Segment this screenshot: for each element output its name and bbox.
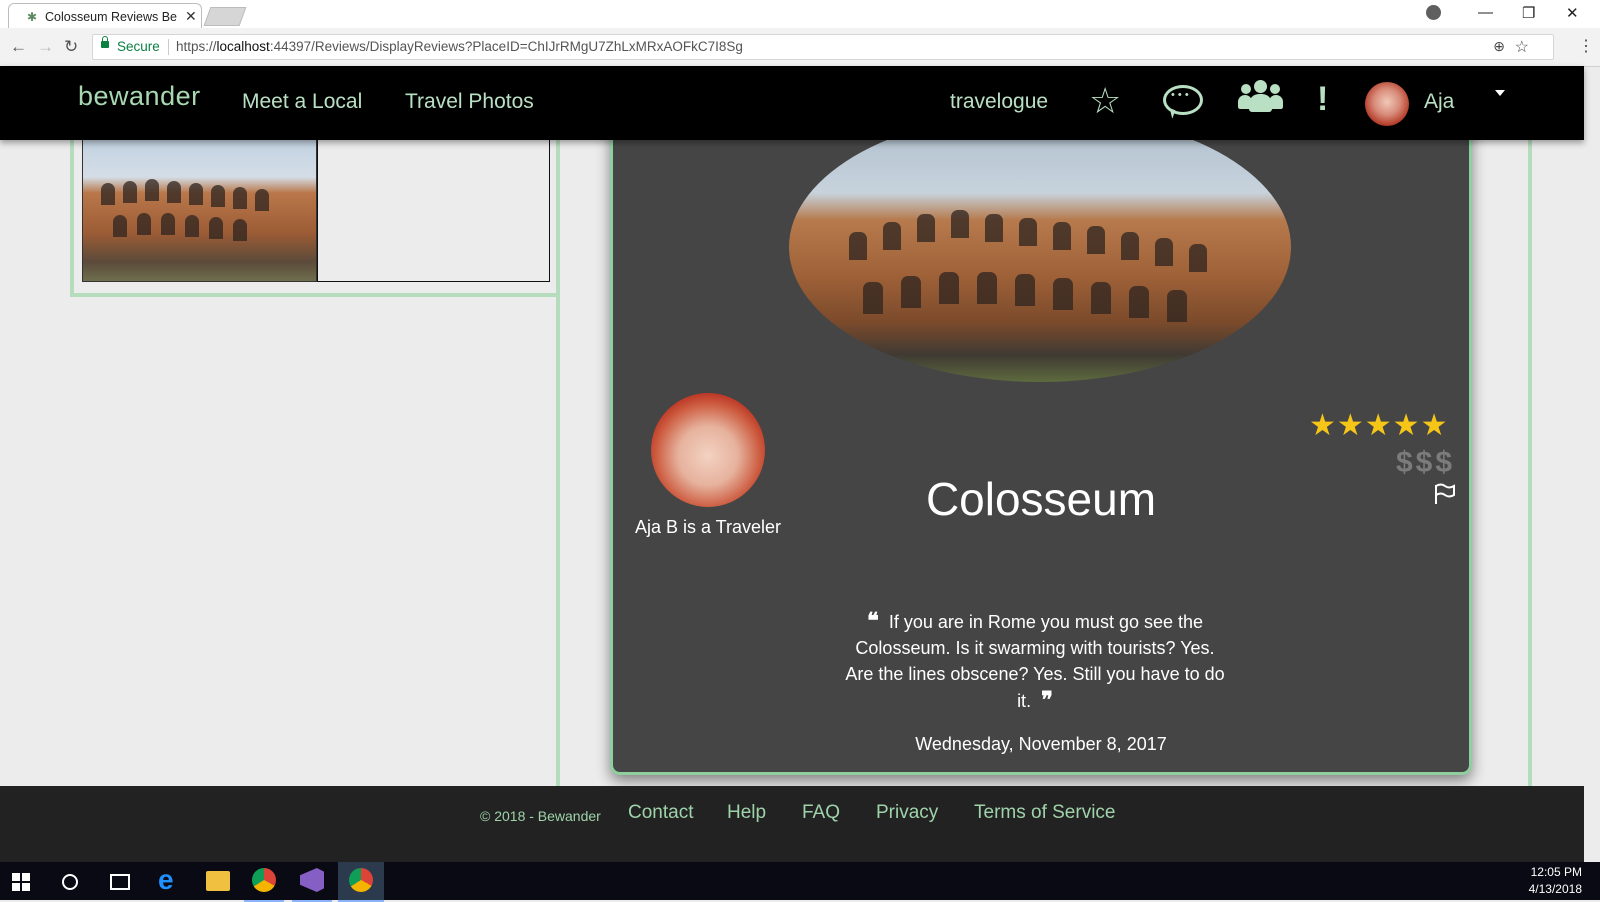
user-avatar[interactable] bbox=[1365, 82, 1409, 126]
address-bar-row: ← → ↻ Secure https://localhost:44397/Rev… bbox=[0, 28, 1600, 67]
windows-taskbar: e 12:05 PM 4/13/2018 bbox=[0, 862, 1600, 902]
footer-link-contact[interactable]: Contact bbox=[628, 802, 693, 824]
review-body: ❝ If you are in Rome you must go see the… bbox=[845, 608, 1225, 714]
search-cortana-icon[interactable] bbox=[62, 874, 78, 890]
place-title: Colosseum bbox=[925, 473, 1157, 525]
url-scheme: https:// bbox=[176, 39, 217, 54]
footer-link-terms[interactable]: Terms of Service bbox=[974, 802, 1115, 824]
url-host: localhost bbox=[216, 39, 270, 54]
panel-border bbox=[1528, 120, 1532, 786]
bookmark-star-icon[interactable]: ☆ bbox=[1515, 37, 1529, 57]
windows-start-icon[interactable] bbox=[12, 873, 30, 891]
brand-logo[interactable]: bewander bbox=[78, 81, 201, 112]
tab-title: Colosseum Reviews Bewander bbox=[45, 10, 177, 24]
messages-icon[interactable] bbox=[1163, 85, 1203, 115]
reload-icon[interactable]: ↻ bbox=[64, 37, 78, 57]
site-footer: © 2018 - Bewander Contact Help FAQ Priva… bbox=[0, 786, 1584, 862]
lock-icon bbox=[101, 36, 109, 48]
system-clock[interactable]: 12:05 PM 4/13/2018 bbox=[1529, 864, 1582, 898]
minimize-icon[interactable]: — bbox=[1478, 4, 1493, 21]
zoom-icon[interactable]: ⊕ bbox=[1493, 38, 1505, 55]
favicon-icon: ✱ bbox=[27, 10, 38, 24]
site-header: bewander Meet a Local Travel Photos trav… bbox=[0, 66, 1584, 140]
empty-photo-slot[interactable] bbox=[317, 120, 550, 282]
open-quote-icon: ❝ bbox=[866, 608, 879, 634]
close-window-icon[interactable]: ✕ bbox=[1566, 4, 1579, 22]
browser-tab-strip: ✱ Colosseum Reviews Bewander ✕ — ❐ ✕ bbox=[0, 0, 1600, 30]
rating-stars: ★★★★★ bbox=[1309, 409, 1449, 442]
file-explorer-icon[interactable] bbox=[206, 871, 230, 891]
friends-group-icon[interactable] bbox=[1238, 80, 1283, 120]
new-tab-button[interactable] bbox=[203, 7, 247, 26]
profile-icon[interactable] bbox=[1426, 5, 1441, 20]
notifications-alert-icon[interactable]: ! bbox=[1317, 80, 1328, 119]
back-icon[interactable]: ← bbox=[10, 37, 27, 57]
nav-travelogue[interactable]: travelogue bbox=[950, 90, 1048, 114]
taskbar-visual-studio-button[interactable] bbox=[292, 862, 332, 902]
review-text: If you are in Rome you must go see the C… bbox=[845, 612, 1225, 711]
chrome-icon bbox=[349, 868, 373, 892]
review-date: Wednesday, November 8, 2017 bbox=[915, 734, 1167, 754]
chrome-icon bbox=[252, 868, 276, 892]
url-input[interactable]: Secure https://localhost:44397/Reviews/D… bbox=[92, 34, 1554, 60]
place-photo bbox=[789, 120, 1291, 382]
nav-meet-a-local[interactable]: Meet a Local bbox=[242, 90, 362, 114]
user-menu-caret-icon[interactable] bbox=[1495, 90, 1505, 96]
nav-travel-photos[interactable]: Travel Photos bbox=[405, 90, 534, 114]
browser-tab[interactable]: ✱ Colosseum Reviews Bewander ✕ bbox=[8, 3, 202, 30]
review-card: Aja B is a Traveler ★★★★★ $$$ Colosseum … bbox=[610, 120, 1472, 775]
footer-link-help[interactable]: Help bbox=[727, 802, 766, 824]
favorites-star-icon[interactable]: ☆ bbox=[1089, 80, 1121, 122]
taskbar-chrome-active-button[interactable] bbox=[338, 862, 384, 902]
colosseum-thumbnail[interactable] bbox=[82, 120, 317, 282]
clock-time: 12:05 PM bbox=[1530, 865, 1582, 879]
taskbar-chrome-button[interactable] bbox=[244, 862, 284, 902]
url-divider bbox=[168, 39, 169, 55]
restore-icon[interactable]: ❐ bbox=[1522, 4, 1535, 22]
footer-link-faq[interactable]: FAQ bbox=[802, 802, 840, 824]
close-tab-icon[interactable]: ✕ bbox=[185, 8, 197, 25]
edge-browser-icon[interactable]: e bbox=[158, 866, 184, 894]
clock-date: 4/13/2018 bbox=[1528, 882, 1582, 896]
task-view-icon[interactable] bbox=[110, 874, 130, 890]
secure-label: Secure bbox=[117, 39, 160, 54]
url-path: :44397/Reviews/DisplayReviews?PlaceID=Ch… bbox=[269, 39, 743, 54]
forward-icon[interactable]: → bbox=[37, 37, 54, 57]
browser-menu-icon[interactable]: ⋮ bbox=[1578, 36, 1594, 56]
user-name[interactable]: Aja bbox=[1424, 90, 1454, 114]
url-text: https://localhost:44397/Reviews/DisplayR… bbox=[176, 39, 743, 54]
close-quote-icon: ❞ bbox=[1041, 687, 1053, 713]
copyright-text: © 2018 - Bewander bbox=[480, 808, 601, 824]
footer-link-privacy[interactable]: Privacy bbox=[876, 802, 938, 824]
panel-border bbox=[556, 296, 560, 786]
visual-studio-icon bbox=[300, 868, 324, 892]
